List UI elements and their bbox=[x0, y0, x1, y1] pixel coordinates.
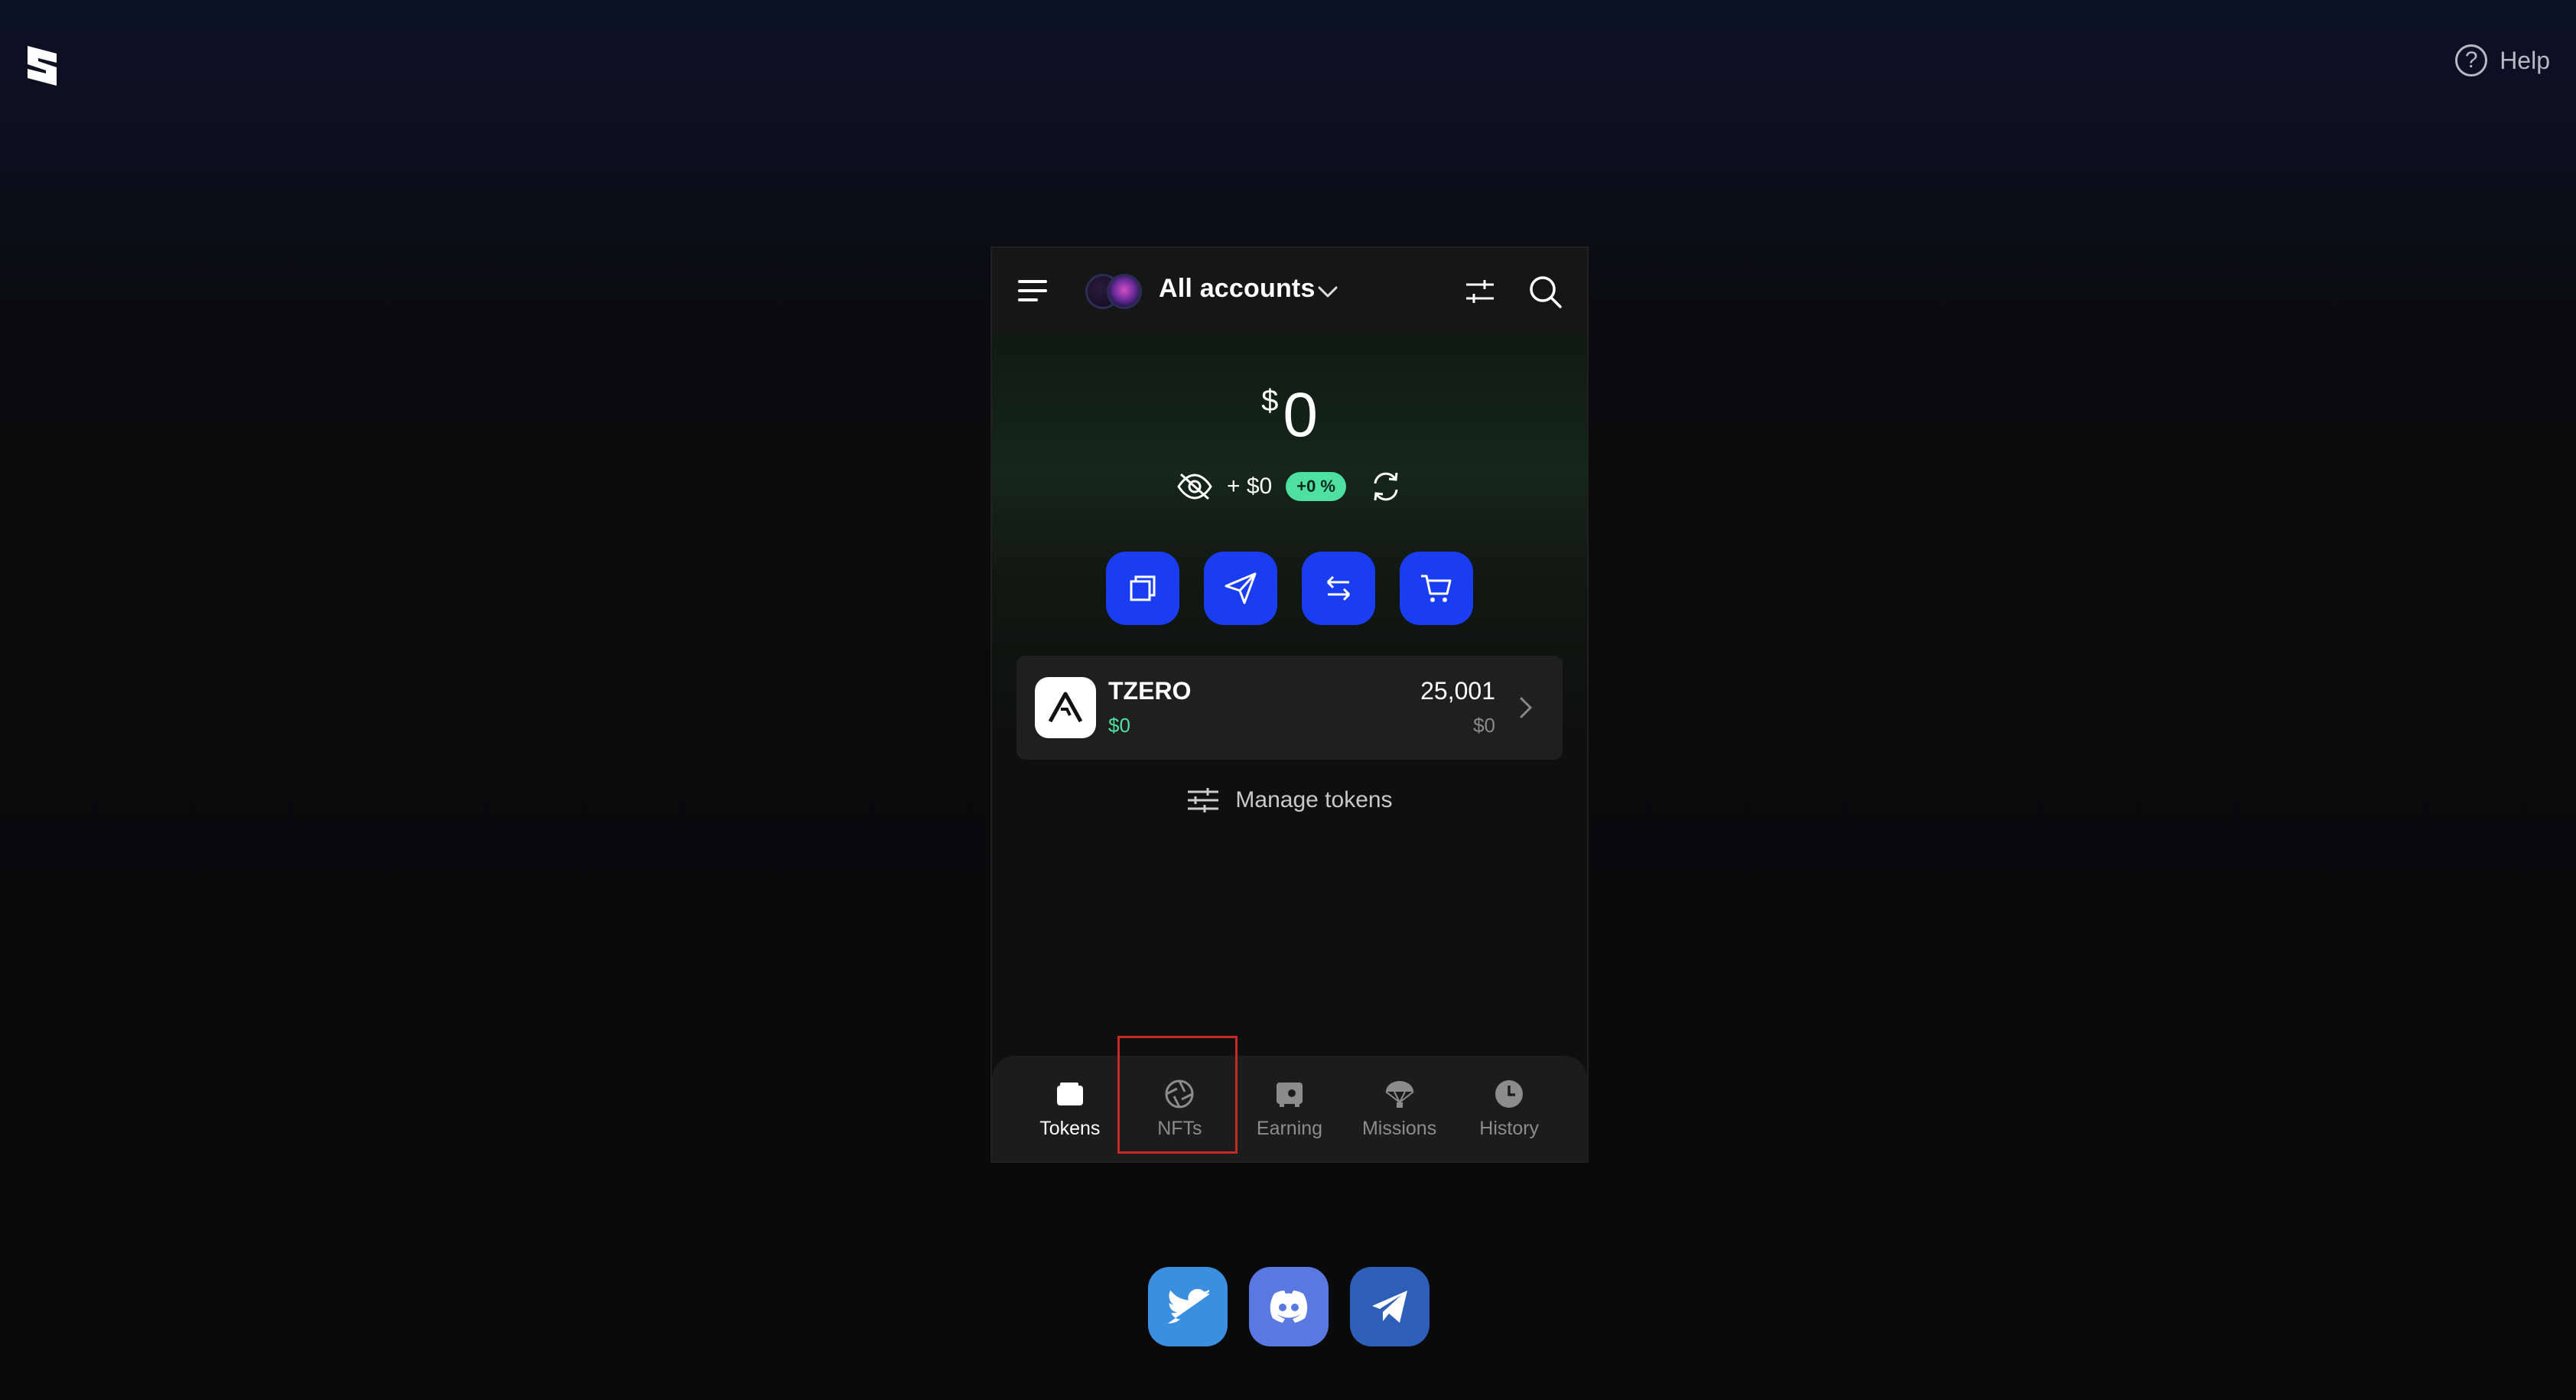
wallet-icon bbox=[1056, 1082, 1083, 1105]
wallet-panel: All accounts $0 + $0 +0 % TZERO $0 25,00… bbox=[990, 246, 1589, 1163]
menu-icon[interactable] bbox=[1018, 277, 1047, 304]
action-buttons bbox=[992, 552, 1587, 625]
balance-change-row: + $0 +0 % bbox=[992, 470, 1587, 503]
parachute-icon bbox=[1384, 1080, 1414, 1108]
balance-currency: $ bbox=[1261, 384, 1279, 418]
social-links bbox=[0, 1267, 2576, 1346]
manage-tokens-button[interactable]: Manage tokens bbox=[992, 786, 1587, 815]
chevron-right-icon bbox=[1520, 697, 1533, 718]
tab-label: Earning bbox=[1256, 1117, 1323, 1139]
vault-icon bbox=[1276, 1082, 1303, 1107]
help-icon: ? bbox=[2455, 44, 2488, 77]
help-link[interactable]: ? Help bbox=[2455, 44, 2550, 77]
copy-icon bbox=[1130, 575, 1156, 601]
bottom-tab-bar: Tokens NFTs Earning Missions History bbox=[992, 1056, 1587, 1161]
clock-icon bbox=[1495, 1079, 1524, 1108]
token-amount: 25,001 bbox=[1420, 677, 1495, 705]
token-usd-value: $0 bbox=[1108, 714, 1130, 737]
twitter-button[interactable] bbox=[1148, 1267, 1228, 1346]
app-logo-icon[interactable] bbox=[23, 43, 61, 89]
tab-label: Missions bbox=[1361, 1117, 1437, 1139]
account-selector-label[interactable]: All accounts bbox=[1159, 274, 1316, 304]
cart-icon bbox=[1421, 575, 1452, 602]
telegram-button[interactable] bbox=[1350, 1267, 1429, 1346]
buy-button[interactable] bbox=[1400, 552, 1473, 625]
sliders-icon bbox=[1188, 788, 1219, 812]
refresh-icon[interactable] bbox=[1369, 470, 1403, 503]
tab-earning[interactable]: Earning bbox=[1244, 1056, 1335, 1161]
token-symbol: TZERO bbox=[1108, 677, 1192, 705]
balance-amount: 0 bbox=[1283, 380, 1318, 450]
chevron-down-icon[interactable] bbox=[1316, 280, 1339, 303]
discord-icon bbox=[1270, 1291, 1308, 1323]
manage-tokens-label: Manage tokens bbox=[1235, 787, 1393, 812]
filter-icon[interactable] bbox=[1465, 277, 1495, 308]
copy-address-button[interactable] bbox=[1106, 552, 1179, 625]
account-avatars[interactable] bbox=[1085, 272, 1147, 311]
wallet-header: All accounts bbox=[992, 248, 1587, 334]
telegram-icon bbox=[1372, 1291, 1407, 1323]
swap-button[interactable] bbox=[1302, 552, 1375, 625]
balance-change-percent: +0 % bbox=[1286, 472, 1346, 501]
twitter-icon bbox=[1167, 1288, 1209, 1324]
send-button[interactable] bbox=[1204, 552, 1277, 625]
tzero-logo-icon bbox=[1035, 677, 1096, 738]
tab-history[interactable]: History bbox=[1463, 1056, 1555, 1161]
discord-button[interactable] bbox=[1249, 1267, 1329, 1346]
send-icon bbox=[1225, 572, 1257, 604]
total-balance: $0 bbox=[992, 379, 1587, 451]
token-row[interactable]: TZERO $0 25,001 $0 bbox=[1016, 656, 1563, 760]
tab-label: Tokens bbox=[1039, 1117, 1101, 1139]
search-icon[interactable] bbox=[1527, 274, 1563, 309]
help-label: Help bbox=[2500, 46, 2550, 74]
avatar bbox=[1107, 274, 1142, 309]
tab-tokens[interactable]: Tokens bbox=[1024, 1056, 1116, 1161]
swap-icon bbox=[1326, 575, 1351, 601]
balance-change-amount: + $0 bbox=[1227, 474, 1273, 499]
eye-off-icon[interactable] bbox=[1176, 471, 1213, 502]
tab-missions[interactable]: Missions bbox=[1354, 1056, 1446, 1161]
tab-label: History bbox=[1479, 1117, 1540, 1139]
nfts-tab-highlight bbox=[1117, 1036, 1238, 1154]
token-amount-usd: $0 bbox=[1473, 714, 1495, 737]
